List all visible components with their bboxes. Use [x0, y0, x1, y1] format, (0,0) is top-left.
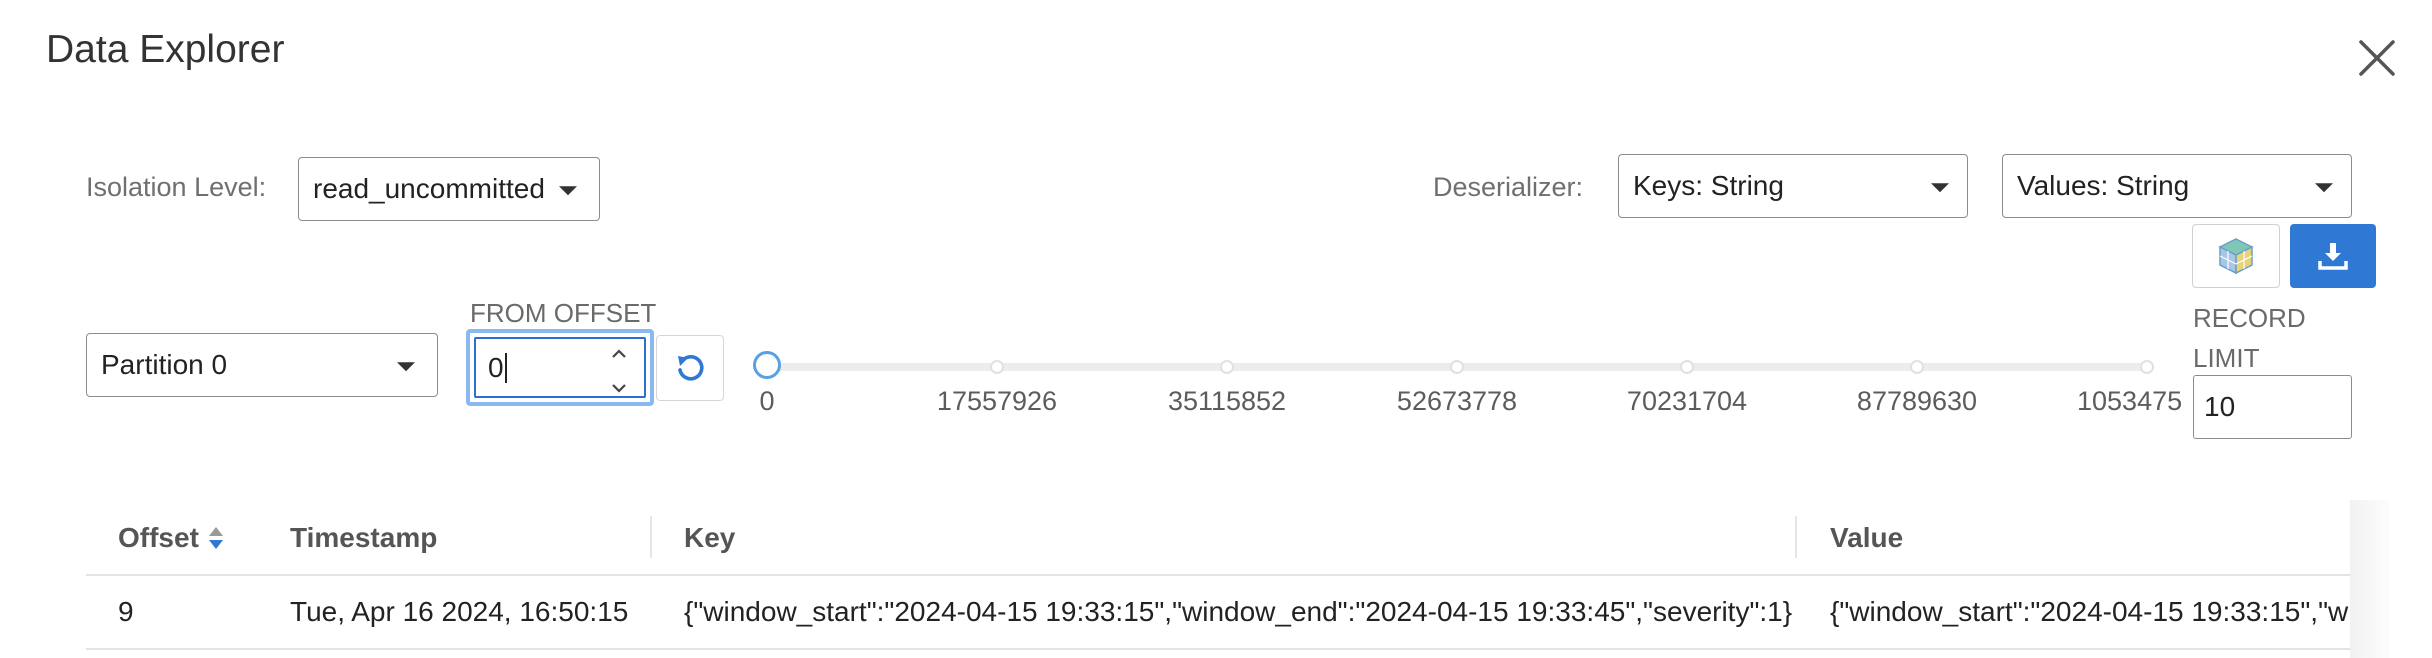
column-header-timestamp[interactable]: Timestamp — [290, 522, 437, 554]
column-header-offset[interactable]: Offset — [118, 522, 225, 554]
from-offset-value: 0 — [488, 351, 504, 383]
chevron-down-icon — [2315, 183, 2333, 193]
slider-tick-label: 87789630 — [1856, 386, 1978, 416]
refresh-icon — [678, 355, 704, 381]
records-table: Offset Timestamp Key Value 9 Tue, Apr 16… — [86, 500, 2351, 658]
schema-button[interactable] — [2192, 224, 2280, 288]
column-header-offset-label: Offset — [118, 522, 199, 553]
record-limit-label-line2: LIMIT — [2193, 343, 2260, 373]
chevron-down-icon — [1931, 183, 1949, 193]
close-button[interactable] — [2355, 36, 2399, 80]
offset-slider-track[interactable] — [768, 363, 2148, 371]
stepper-up-icon[interactable] — [611, 349, 627, 359]
column-header-value[interactable]: Value — [1830, 522, 1903, 554]
table-scroll-fade — [2350, 500, 2390, 658]
column-divider[interactable] — [650, 516, 652, 558]
dialog-title: Data Explorer — [46, 28, 285, 71]
slider-tick-label: 52673778 — [1396, 386, 1518, 416]
keys-deserializer-select[interactable]: Keys: String — [1618, 154, 1968, 218]
chevron-down-icon — [559, 186, 577, 196]
cell-timestamp: Tue, Apr 16 2024, 16:50:15 — [290, 596, 629, 627]
partition-value: Partition 0 — [101, 349, 228, 380]
isolation-level-label: Isolation Level: — [86, 172, 267, 202]
text-cursor — [504, 352, 507, 383]
sort-icon[interactable] — [207, 524, 225, 552]
cell-value: {"window_start":"2024-04-15 19:33:15","w… — [1830, 596, 2350, 627]
column-divider[interactable] — [1795, 516, 1797, 558]
keys-deserializer-value: Keys: String — [1633, 170, 1784, 201]
slider-tick-label: 35115852 — [1167, 386, 1287, 416]
slider-tick-label: 0 — [759, 386, 775, 416]
values-deserializer-select[interactable]: Values: String — [2002, 154, 2352, 218]
cell-key: {"window_start":"2024-04-15 19:33:15","w… — [684, 596, 1793, 627]
slider-tick-label: 1053475 — [2077, 386, 2183, 416]
slider-tick-label: 17557926 — [936, 386, 1058, 416]
reset-offset-button[interactable] — [656, 335, 724, 401]
record-limit-input[interactable]: 10 — [2193, 375, 2352, 439]
stepper-down-icon[interactable] — [611, 383, 627, 393]
schema-cube-icon — [2218, 238, 2254, 275]
record-limit-label-line1: RECORD — [2193, 303, 2306, 333]
table-row[interactable]: 9 Tue, Apr 16 2024, 16:50:15 {"window_st… — [86, 576, 2351, 648]
from-offset-focus-ring: 0 — [466, 329, 654, 406]
from-offset-label: FROM OFFSET — [470, 298, 657, 328]
offset-slider-thumb[interactable] — [753, 351, 781, 379]
cell-offset: 9 — [118, 596, 134, 627]
from-offset-input[interactable]: 0 — [474, 337, 646, 398]
isolation-level-select[interactable]: read_uncommitted — [298, 157, 600, 221]
chevron-down-icon — [397, 362, 415, 372]
slider-tick-label: 70231704 — [1626, 386, 1748, 416]
column-header-key[interactable]: Key — [684, 522, 735, 554]
partition-select[interactable]: Partition 0 — [86, 333, 438, 397]
offset-stepper[interactable] — [608, 349, 630, 393]
isolation-level-value: read_uncommitted — [313, 173, 545, 204]
row-divider — [86, 648, 2351, 650]
values-deserializer-value: Values: String — [2017, 170, 2190, 201]
deserializer-label: Deserializer: — [1433, 172, 1584, 202]
close-icon — [2359, 40, 2395, 76]
download-icon — [2318, 243, 2348, 270]
record-limit-value: 10 — [2204, 391, 2236, 422]
record-limit-label: RECORD LIMIT — [2193, 298, 2306, 378]
download-button[interactable] — [2290, 224, 2376, 288]
